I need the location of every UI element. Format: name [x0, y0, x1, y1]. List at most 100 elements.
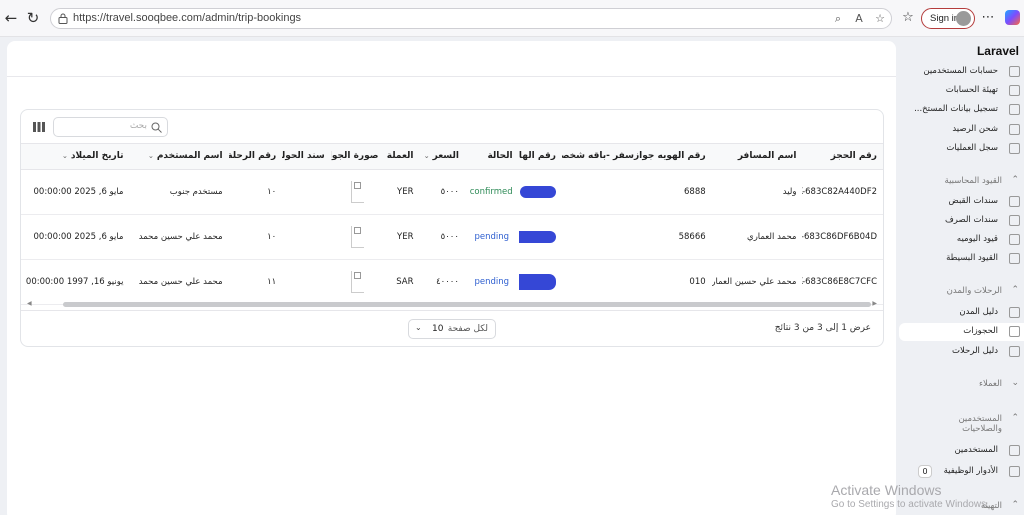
sign-in-button[interactable]: Sign in [921, 8, 975, 29]
cell-username: مستخدم جنوب [129, 169, 229, 215]
col-trip-no-label: رقم الرحلة [228, 151, 277, 162]
cell-username: محمد علي حسين محمد [129, 214, 229, 260]
col-status[interactable]: الحالة [464, 144, 519, 170]
chevron-up-icon: ⌃ [1011, 175, 1019, 185]
col-birth-date[interactable]: تاريخ الميلاد⌄ [21, 144, 130, 170]
cell-booking-no: BK-683C86E8C7CFC [802, 259, 883, 305]
cell-transfer [282, 169, 331, 215]
cell-currency: SAR [384, 259, 420, 305]
sidebar-item-balance-topup[interactable]: شحن الرصيد [899, 121, 1024, 139]
sidebar-item-accounts-setup[interactable]: تهيئة الحسابات [899, 82, 1024, 100]
favorite-star-icon[interactable]: ☆ [873, 11, 887, 25]
col-price[interactable]: السعر⌄ [419, 144, 465, 170]
cell-passport-img [330, 214, 385, 260]
read-aloud-icon[interactable]: A [852, 11, 866, 25]
cell-id-no: 010 [561, 259, 712, 305]
scroll-right-icon[interactable]: ▶ [872, 300, 877, 307]
table-toolbar: بحث [21, 110, 883, 144]
sidebar-group-accounting[interactable]: ⌃ القيود المحاسبية [899, 174, 1024, 190]
sort-chevron-icon[interactable]: ⌄ [148, 152, 154, 160]
col-transfer[interactable]: سند الحوله [282, 144, 331, 170]
scrollbar-thumb[interactable] [63, 302, 871, 307]
cell-price: ٥٠٠٠ [419, 214, 465, 260]
sidebar-item-receipt-vouchers[interactable]: سندات القبض [899, 193, 1024, 211]
link-icon [1009, 66, 1020, 77]
site-info-icon[interactable] [58, 13, 68, 24]
sidebar-item-user-accounts[interactable]: حسابات المستخدمين [899, 63, 1024, 81]
sidebar-item-bookings[interactable]: الحجوزات [899, 323, 1024, 341]
redacted-phone [519, 185, 556, 198]
sidebar-item-users[interactable]: المستخدمين [899, 442, 1024, 460]
sort-chevron-icon[interactable]: ⌄ [424, 152, 430, 160]
bookings-table: رقم الحجز اسم المسافر رقم الهويه جوازسفر… [21, 144, 883, 305]
col-traveler[interactable]: اسم المسافر [711, 144, 803, 170]
cell-traveler: محمد العماري [711, 214, 803, 260]
cell-booking-no: BK-683C82A440DF2 [802, 169, 883, 215]
sidebar-group-clients[interactable]: ⌄ العملاء [899, 377, 1024, 393]
back-icon[interactable]: ← [2, 9, 20, 27]
chevron-up-icon: ⌃ [1011, 413, 1019, 423]
zoom-icon[interactable]: ⌕ [831, 11, 845, 25]
search-input[interactable]: بحث [53, 117, 168, 137]
sidebar-item-trips[interactable]: دليل الرحلات [899, 343, 1024, 361]
cell-trip-no: ١٠ [228, 214, 283, 260]
cell-phone [518, 259, 562, 305]
profile-avatar-icon [956, 11, 971, 26]
col-birth-date-label: تاريخ الميلاد [70, 151, 124, 162]
sidebar-item-label: القيود البسيطة [946, 253, 998, 263]
folder-icon [1009, 234, 1020, 245]
passport-image-icon[interactable] [351, 180, 365, 203]
sidebar-group-label: الرحلات والمدن [946, 286, 1002, 296]
sidebar: Laravel حسابات المستخدمين تهيئة الحسابات… [899, 37, 1024, 515]
redacted-phone [518, 273, 556, 290]
document-icon [1009, 104, 1020, 115]
table-row[interactable]: BK-683C82A440DF2 وليد 6888 confirmed ٥٠٠… [21, 169, 883, 215]
sidebar-item-user-registration[interactable]: تسجيل بيانات المستخ... [899, 101, 1024, 119]
table-row[interactable]: BK-683C86E8C7CFC محمد علي حسين العماري 0… [21, 259, 883, 305]
col-trip-no[interactable]: رقم الرحلة⌄ [228, 144, 283, 170]
scroll-left-icon[interactable]: ◀ [27, 300, 32, 307]
sidebar-item-simple-entries[interactable]: القيود البسيطة [899, 250, 1024, 268]
sidebar-item-operations-log[interactable]: سجل العمليات [899, 140, 1024, 158]
favorites-icon[interactable]: ☆ [900, 10, 916, 26]
sidebar-group-trips[interactable]: ⌃ الرحلات والمدن [899, 284, 1024, 300]
sidebar-item-journal-entries[interactable]: قيود اليوميه [899, 231, 1024, 249]
col-currency[interactable]: العملة [384, 144, 420, 170]
sidebar-item-label: المستخدمين [954, 445, 998, 455]
sidebar-item-cities[interactable]: دليل المدن [899, 304, 1024, 322]
horizontal-scrollbar[interactable]: ◀ ▶ [25, 300, 879, 308]
cell-passport-img [330, 169, 385, 215]
col-passport-img[interactable]: صورة الجواز [330, 144, 385, 170]
address-bar[interactable]: https://travel.sooqbee.com/admin/trip-bo… [50, 8, 892, 29]
cell-birth-date: مايو 6, 2025 00:00:00 [21, 214, 130, 260]
per-page-select[interactable]: ⌄ 10 لكل صفحة [408, 319, 496, 339]
col-phone[interactable]: رقم الهاتف [518, 144, 562, 170]
sidebar-group-users[interactable]: ⌃ المستخدمين والصلاحيات [899, 412, 1024, 438]
col-booking-no[interactable]: رقم الحجز [802, 144, 883, 170]
more-menu-icon[interactable]: ⋯ [980, 10, 996, 26]
col-username[interactable]: اسم المستخدم⌄ [129, 144, 229, 170]
sidebar-item-label: سندات الصرف [944, 215, 998, 225]
cell-phone [518, 214, 562, 260]
cell-birth-date: مايو 6, 2025 00:00:00 [21, 169, 130, 215]
sidebar-item-roles[interactable]: الأدوار الوظيفية 0 [899, 463, 1024, 481]
cell-transfer [282, 259, 331, 305]
folder-icon [1009, 307, 1020, 318]
col-id-no[interactable]: رقم الهويه جوازسفر -باقه شخصيه- [561, 144, 712, 170]
refresh-icon[interactable]: ↻ [24, 9, 42, 27]
sort-chevron-icon[interactable]: ⌄ [62, 152, 68, 160]
cell-id-no: 6888 [561, 169, 712, 215]
sidebar-item-label: سجل العمليات [946, 143, 998, 153]
sidebar-item-label: شحن الرصيد [952, 124, 998, 134]
redacted-phone [518, 230, 556, 243]
columns-toggle-icon[interactable] [33, 122, 45, 132]
copilot-icon[interactable] [1005, 10, 1020, 25]
sidebar-item-payment-vouchers[interactable]: سندات الصرف [899, 212, 1024, 230]
sidebar-item-label: الحجوزات [963, 326, 998, 336]
passport-image-icon[interactable] [351, 270, 365, 293]
cell-booking-no: BK-683C86DF6B04D [802, 214, 883, 260]
table-row[interactable]: BK-683C86DF6B04D محمد العماري 58666 pend… [21, 214, 883, 260]
brand-logo[interactable]: Laravel [977, 44, 1019, 58]
passport-image-icon[interactable] [351, 225, 365, 248]
cell-id-no: 58666 [561, 214, 712, 260]
